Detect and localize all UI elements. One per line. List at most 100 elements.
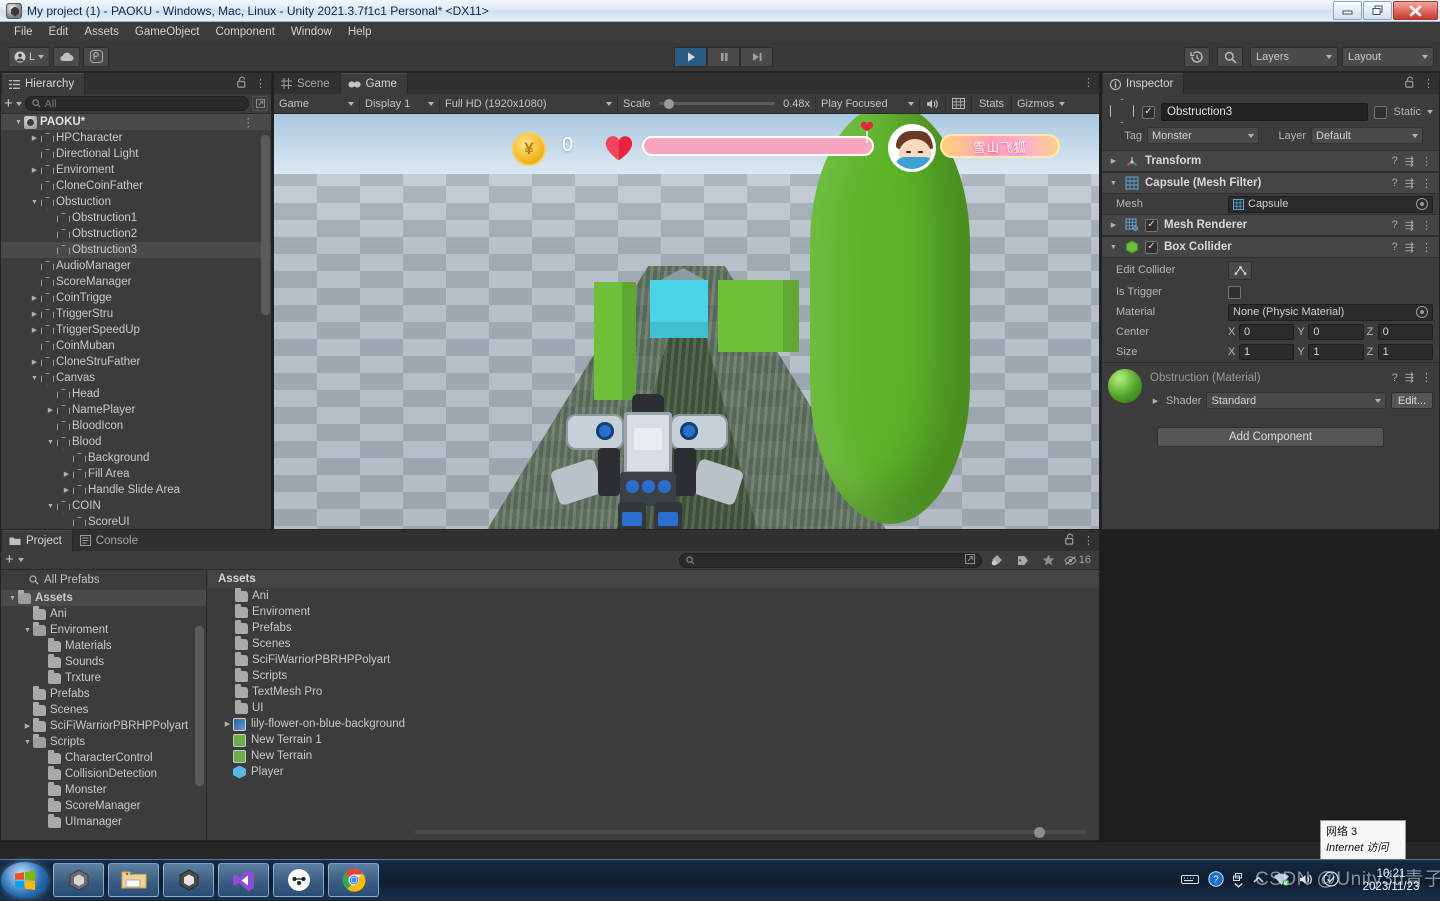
hierarchy-item-canvas[interactable]: ▼ Canvas [1, 370, 271, 386]
collapse-arrow-icon[interactable]: ▼ [13, 119, 24, 126]
center-x-input[interactable]: 0 [1239, 324, 1295, 340]
chevron-down-icon[interactable] [15, 101, 22, 106]
tab-hierarchy[interactable]: Hierarchy [1, 73, 86, 94]
project-tree-item-sounds[interactable]: Sounds [1, 653, 206, 670]
taskbar-clock[interactable]: 10:21 2023/11/23 [1348, 868, 1434, 894]
stats-button[interactable]: Stats [972, 95, 1012, 112]
preset-icon[interactable]: ⇶ [1405, 177, 1414, 190]
project-tree-item-prefabs[interactable]: Prefabs [1, 685, 206, 702]
layout-dropdown[interactable]: Layout [1342, 47, 1434, 67]
asset-item-ani[interactable]: Ani [208, 587, 1099, 604]
hierarchy-item-coinmuban[interactable]: CoinMuban [1, 338, 271, 354]
expand-arrow-icon[interactable]: ▶ [29, 310, 40, 318]
project-tree-item-scripts[interactable]: ▼ Scripts [1, 733, 206, 750]
tab-inspector[interactable]: Inspector [1102, 73, 1185, 94]
taskbar-item-google-chrome[interactable] [328, 863, 379, 897]
taskbar-item-unity-editor[interactable] [163, 863, 214, 897]
add-component-button[interactable]: Add Component [1157, 427, 1384, 447]
hierarchy-item-directional-light[interactable]: Directional Light [1, 146, 271, 162]
size-y-input[interactable]: 1 [1308, 344, 1364, 360]
is-trigger-checkbox[interactable] [1228, 285, 1241, 299]
taskbar-item-visual-studio[interactable] [218, 863, 269, 897]
hierarchy-item-obstruction1[interactable]: Obstruction1 [1, 210, 271, 226]
save-filter-icon[interactable] [964, 553, 975, 567]
show-hidden-arrow-icon[interactable] [1253, 875, 1264, 887]
component-header-mesh-filter[interactable]: ▼ Capsule (Mesh Filter) ? ⇶ ⋮ [1102, 172, 1439, 194]
center-z-input[interactable]: 0 [1377, 324, 1433, 340]
material-expand-arrow-icon[interactable]: ▶ [1150, 397, 1161, 405]
hierarchy-item-nameplayer[interactable]: ▶ NamePlayer [1, 402, 271, 418]
project-tree-item-charactercontrol[interactable]: CharacterControl [1, 749, 206, 766]
project-tree-item-ani[interactable]: Ani [1, 605, 206, 622]
hierarchy-item-audiomanager[interactable]: AudioManager [1, 258, 271, 274]
action-center-icon[interactable] [1323, 871, 1339, 890]
hierarchy-scrollbar-thumb[interactable] [261, 135, 270, 315]
hierarchy-add-button[interactable]: + [4, 96, 13, 111]
taskbar-item-unity-hub[interactable] [53, 863, 104, 897]
project-tree-item-scoremanager[interactable]: ScoreManager [1, 797, 206, 814]
expand-arrow-icon[interactable]: ▶ [22, 722, 33, 730]
hierarchy-item-background[interactable]: Background [1, 450, 271, 466]
volume-icon[interactable] [1299, 873, 1314, 889]
asset-item-enviroment[interactable]: Enviroment [208, 603, 1099, 620]
hierarchy-item-head[interactable]: Head [1, 386, 271, 402]
expand-arrow-icon[interactable]: ▶ [29, 326, 40, 334]
project-folder-tree[interactable]: All Prefabs ▼ Assets Ani ▼ Enviroment Materia… [1, 570, 207, 840]
menu-item-edit[interactable]: Edit [41, 24, 77, 40]
component-header-transform[interactable]: ▶ Transform ? ⇶ ⋮ [1102, 150, 1439, 172]
kebab-menu-icon[interactable]: ⋮ [1421, 155, 1433, 168]
asset-item-prefabs[interactable]: Prefabs [208, 619, 1099, 636]
asset-item-lily-flower-on-blue-background[interactable]: ▶ lily-flower-on-blue-background [208, 716, 1099, 732]
project-tree-item-monster[interactable]: Monster [1, 781, 206, 798]
menu-item-window[interactable]: Window [283, 24, 340, 40]
project-tree-item-assets[interactable]: ▼ Assets [1, 589, 206, 606]
minimize-button[interactable] [1333, 1, 1362, 20]
inspector-menu-icon[interactable]: ⋮ [1423, 77, 1435, 90]
object-enabled-checkbox[interactable]: ✓ [1142, 105, 1155, 119]
asset-item-scenes[interactable]: Scenes [208, 635, 1099, 652]
taskbar-item-file-explorer[interactable] [108, 863, 159, 897]
expand-arrow-icon[interactable]: ▶ [29, 134, 40, 142]
asset-item-scripts[interactable]: Scripts [208, 667, 1099, 684]
hierarchy-item-scoreui[interactable]: ScoreUI [1, 514, 271, 529]
hierarchy-item-triggerstru[interactable]: ▶ TriggerStru [1, 306, 271, 322]
chevron-down-icon[interactable] [17, 558, 24, 562]
star-icon[interactable] [1038, 554, 1060, 566]
play-button[interactable] [674, 47, 707, 67]
project-tree-item-collisiondetection[interactable]: CollisionDetection [1, 765, 206, 782]
expand-arrow-icon[interactable]: ▶ [45, 406, 56, 414]
menu-item-assets[interactable]: Assets [76, 24, 127, 40]
hierarchy-item-blood[interactable]: ▼ Blood [1, 434, 271, 450]
hierarchy-item-obstruction3[interactable]: Obstruction3 [1, 242, 271, 258]
size-z-input[interactable]: 1 [1377, 344, 1433, 360]
expand-arrow-icon[interactable]: ▶ [29, 166, 40, 174]
kebab-menu-icon[interactable]: ⋮ [243, 115, 256, 129]
project-zoom-slider-knob[interactable] [1034, 827, 1045, 838]
cloud-button[interactable] [53, 46, 81, 67]
hierarchy-search-input[interactable]: All [24, 96, 249, 111]
help-icon[interactable]: ? [1208, 871, 1224, 890]
project-tree-scrollbar-thumb[interactable] [195, 626, 204, 786]
collapse-arrow-icon[interactable]: ▼ [1108, 244, 1119, 251]
project-menu-icon[interactable]: ⋮ [1083, 534, 1095, 547]
expand-arrow-icon[interactable]: ▶ [222, 720, 233, 728]
collapse-arrow-icon[interactable]: ▼ [1108, 180, 1119, 187]
display-target-dropdown[interactable]: Display 1 [360, 95, 440, 112]
type-filter-icon[interactable] [986, 554, 1008, 566]
expand-arrow-icon[interactable]: ▶ [1108, 221, 1119, 229]
game-render-surface[interactable]: ¥ 0 雪山飞狐 [274, 114, 1099, 529]
help-icon[interactable]: ? [1392, 219, 1398, 231]
preset-icon[interactable]: ⇶ [1405, 371, 1414, 384]
layers-dropdown[interactable]: Layers [1250, 47, 1338, 67]
hierarchy-item-coin[interactable]: ▼ COIN [1, 498, 271, 514]
hierarchy-item-obstruction2[interactable]: Obstruction2 [1, 226, 271, 242]
size-x-input[interactable]: 1 [1239, 344, 1295, 360]
menu-item-help[interactable]: Help [340, 24, 380, 40]
account-button[interactable]: L [8, 46, 51, 67]
network-icon[interactable] [1273, 872, 1290, 889]
hierarchy-item-enviroment[interactable]: ▶ Enviroment [1, 162, 271, 178]
project-add-button[interactable]: + [5, 552, 14, 567]
help-icon[interactable]: ? [1392, 241, 1398, 253]
inspector-lock-icon[interactable] [1405, 76, 1415, 91]
search-button[interactable] [1217, 47, 1243, 67]
